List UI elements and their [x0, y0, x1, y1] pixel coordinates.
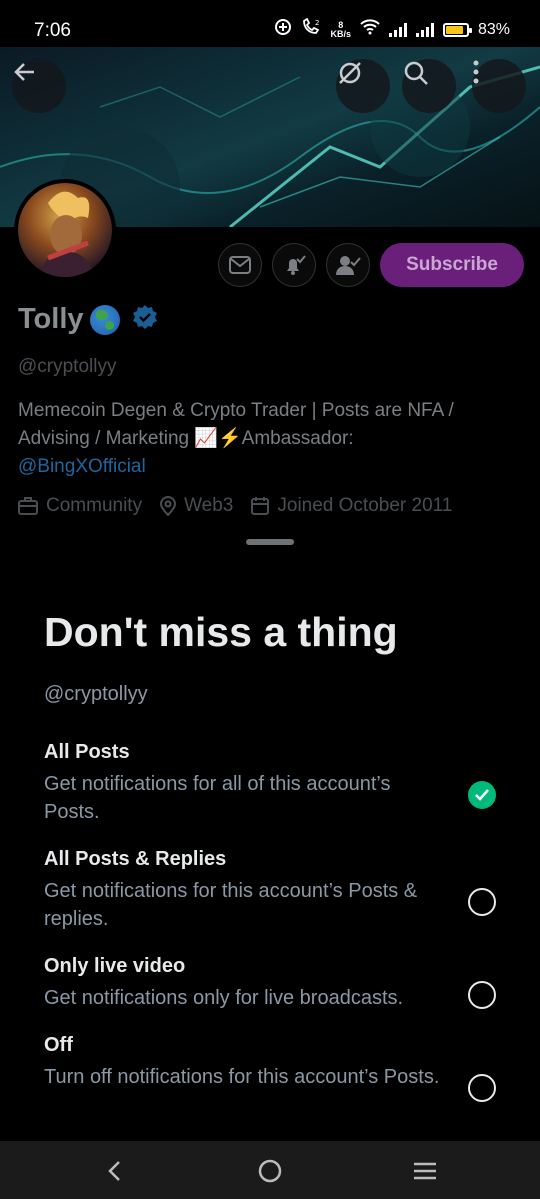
grok-icon — [339, 62, 361, 84]
sheet-title: Don't miss a thing — [44, 609, 398, 655]
bio-text: Memecoin Degen & Crypto Trader | Posts a… — [18, 400, 454, 449]
profile-meta: Community Web3 Joined October 2011 — [18, 495, 452, 517]
wifi-icon — [360, 19, 380, 40]
recents-nav-icon — [414, 1162, 436, 1180]
option-all-posts[interactable]: All Posts Get notifications for all of t… — [44, 741, 496, 826]
more-button[interactable] — [472, 59, 526, 113]
message-icon — [229, 256, 251, 274]
sheet-handle: @cryptollyy — [44, 683, 148, 705]
radio-selected[interactable] — [468, 781, 496, 809]
meta-category: Community — [18, 495, 142, 517]
signal-icon — [388, 22, 407, 37]
battery-percent: 83% — [477, 20, 510, 38]
notification-bell-icon — [287, 255, 306, 275]
option-only-live-video[interactable]: Only live video Get notifications only f… — [44, 955, 496, 1012]
search-icon — [404, 61, 428, 85]
status-bar: 7:06 2 8 KB/s 83% — [0, 0, 540, 52]
meta-joined: Joined October 2011 — [251, 495, 452, 517]
meta-location: Web3 — [160, 495, 233, 517]
svg-text:2: 2 — [315, 19, 319, 27]
net-speed: 8 KB/s — [330, 19, 351, 39]
recents-nav-button[interactable] — [407, 1153, 443, 1189]
option-off[interactable]: Off Turn off notifications for this acco… — [44, 1034, 496, 1102]
globe-emoji-icon — [89, 304, 120, 335]
briefcase-icon — [18, 497, 38, 515]
wifi-calling-icon: 2 — [301, 17, 321, 41]
option-all-posts-replies[interactable]: All Posts & Replies Get notifications fo… — [44, 848, 496, 933]
following-button[interactable] — [326, 243, 370, 287]
sheet-grabber[interactable] — [246, 539, 294, 545]
system-nav-bar — [0, 1141, 540, 1199]
grok-button[interactable] — [336, 59, 390, 113]
back-nav-button[interactable] — [96, 1153, 132, 1189]
profile-name: Tolly — [18, 303, 84, 335]
notification-sheet: Don't miss a thing @cryptollyy All Posts… — [0, 523, 540, 1141]
more-vertical-icon — [473, 60, 479, 84]
bio-link[interactable]: @BingXOfficial — [18, 453, 498, 481]
search-button[interactable] — [402, 59, 456, 113]
back-arrow-icon — [14, 63, 34, 81]
calendar-icon — [251, 497, 270, 515]
following-icon — [336, 256, 361, 275]
message-button[interactable] — [218, 243, 262, 287]
profile-bio: Memecoin Degen & Crypto Trader | Posts a… — [18, 397, 498, 481]
status-time: 7:06 — [34, 20, 71, 41]
profile-handle: @cryptollyy — [18, 356, 117, 377]
radio-unselected[interactable] — [468, 1074, 496, 1102]
checkmark-icon — [475, 789, 489, 801]
subscribe-button[interactable]: Subscribe — [380, 243, 524, 287]
profile-background: Subscribe Tolly @cryptollyy Memecoin Deg… — [0, 47, 540, 557]
profile-name-row: Tolly — [18, 303, 158, 336]
verified-badge-icon — [126, 304, 158, 335]
home-nav-button[interactable] — [252, 1153, 288, 1189]
status-icons: 2 8 KB/s 83% — [274, 17, 510, 41]
battery-icon — [442, 22, 472, 37]
back-nav-icon — [108, 1161, 120, 1181]
battery-fill — [445, 25, 463, 34]
home-nav-icon — [258, 1159, 282, 1183]
notification-button[interactable] — [272, 243, 316, 287]
data-saver-icon — [274, 18, 292, 41]
avatar[interactable] — [14, 179, 116, 281]
location-pin-icon — [160, 496, 177, 516]
signal-icon — [415, 22, 434, 37]
radio-unselected[interactable] — [468, 981, 496, 1009]
back-button[interactable] — [12, 59, 66, 113]
radio-unselected[interactable] — [468, 888, 496, 916]
